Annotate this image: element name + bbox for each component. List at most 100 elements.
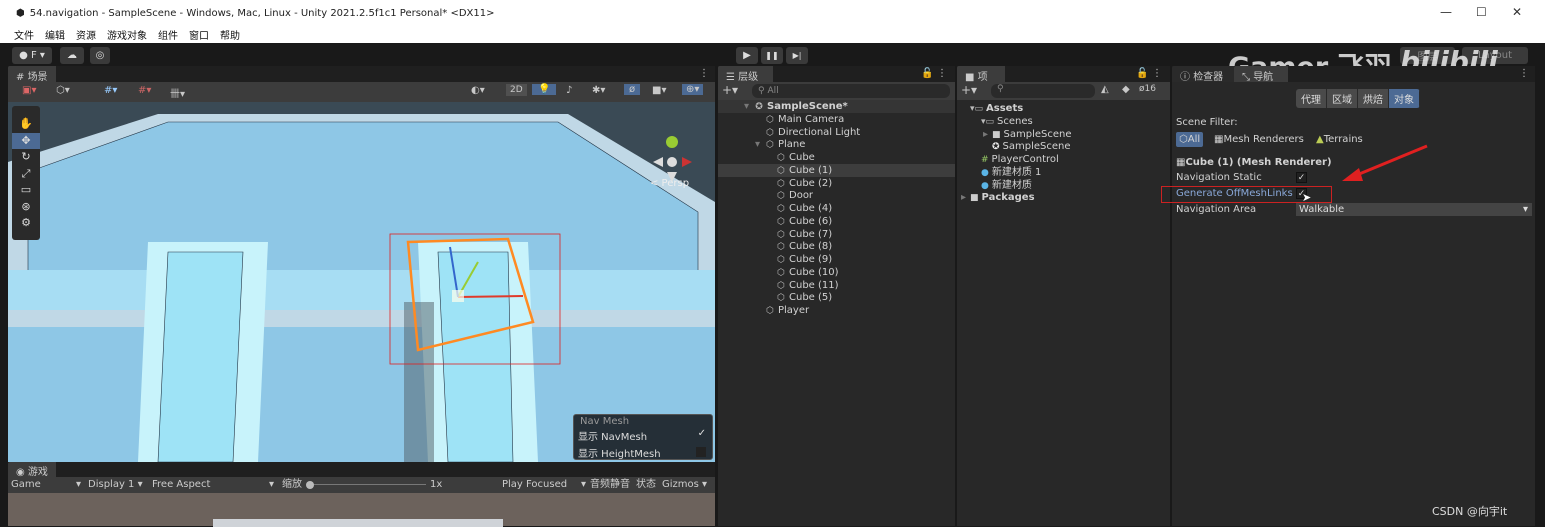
mute-audio-button[interactable]: 音频静音 [590, 477, 630, 493]
collab-button[interactable]: ◎ [90, 47, 110, 64]
account-dropdown[interactable]: ● F ▾ [12, 47, 52, 64]
scale-tool-icon[interactable]: ⤢ [12, 166, 40, 183]
hierarchy-item[interactable]: ▾ ⬡ Plane [718, 138, 955, 151]
menu-component[interactable]: 组件 [158, 27, 178, 42]
aspect-dropdown[interactable]: Free Aspect ▾ [152, 477, 276, 493]
lock-icon[interactable]: 🔓 ⋮ [921, 68, 947, 79]
draw-mode-icon[interactable]: ▣▾ [22, 85, 36, 96]
project-item[interactable]: ▾▭ Assets [957, 102, 1023, 115]
project-item[interactable]: ● 新建材质 [957, 179, 1032, 192]
filter-mesh-renderers[interactable]: ▦Mesh Renderers [1214, 133, 1304, 146]
tab-hierarchy[interactable]: ☰ 层级 [718, 66, 773, 83]
tab-project[interactable]: ■ 项目 [957, 66, 1005, 98]
hierarchy-item[interactable]: ⬡ Cube (5) [718, 291, 955, 304]
project-item[interactable]: ▾▭ Scenes [957, 115, 1033, 128]
play-button[interactable]: ▶ [736, 47, 758, 64]
hand-tool-icon[interactable]: ✋ [12, 116, 40, 133]
play-focused-dropdown[interactable]: Play Focused ▾ [502, 477, 588, 493]
2d-toggle[interactable]: 2D [506, 84, 527, 96]
grid-snap-icon[interactable]: #▾ [104, 85, 117, 96]
hierarchy-item[interactable]: ⬡ Cube (10) [718, 266, 955, 279]
expand-arrow-icon[interactable]: ▾ [744, 100, 749, 113]
expand-arrow-icon[interactable]: ▾ [755, 138, 760, 151]
effects-icon[interactable]: ✱▾ [592, 85, 605, 96]
navigation-area-dropdown[interactable]: Walkable ▾ [1296, 203, 1532, 216]
create-button[interactable]: +▾ [722, 83, 738, 97]
hierarchy-item[interactable]: ⬡ Directional Light [718, 126, 955, 139]
hierarchy-item[interactable]: ▾ ✪ SampleScene* [718, 100, 955, 113]
filter-all[interactable]: ⬡All [1176, 132, 1204, 147]
display-dropdown[interactable]: Display 1 ▾ [88, 477, 150, 493]
more-icon[interactable]: ⋮ [699, 68, 709, 79]
hierarchy-item[interactable]: ⬡ Cube (9) [718, 253, 955, 266]
scale-slider-handle[interactable] [306, 481, 314, 489]
game-view[interactable] [8, 493, 715, 527]
step-button[interactable]: ▶| [786, 47, 808, 64]
tab-navigation[interactable]: ⤡ 导航 [1234, 66, 1288, 83]
rect-tool-icon[interactable]: ▭ [12, 182, 40, 199]
hierarchy-item[interactable]: ⬡ Cube (6) [718, 215, 955, 228]
hierarchy-item[interactable]: ⬡ Player [718, 304, 955, 317]
camera-icon[interactable]: ■▾ [652, 85, 666, 96]
scene-viewport[interactable] [8, 102, 715, 462]
show-heightmesh-checkbox[interactable] [696, 447, 706, 457]
hierarchy-item[interactable]: ⬡ Cube [718, 151, 955, 164]
pause-button[interactable]: ❚❚ [761, 47, 783, 64]
segment-agents[interactable]: 代理 [1296, 89, 1327, 108]
persp-label[interactable]: < Persp [650, 178, 689, 189]
segment-areas[interactable]: 区域 [1327, 89, 1358, 108]
lock-icon[interactable]: 🔓 ⋮ [1136, 68, 1162, 79]
hierarchy-item[interactable]: ⬡ Cube (1) [718, 163, 955, 177]
stats-button[interactable]: 状态 [636, 477, 656, 493]
segment-bake[interactable]: 烘焙 [1358, 89, 1389, 108]
gizmos-icon[interactable]: ⊕▾ [682, 84, 704, 95]
hierarchy-item[interactable]: ⬡ Cube (4) [718, 202, 955, 215]
project-item[interactable]: ✪ SampleScene [957, 140, 1071, 153]
tab-game[interactable]: ◉ 游戏 [8, 462, 56, 478]
tab-inspector[interactable]: ⓘ 检查器 [1172, 66, 1234, 83]
align-icon[interactable]: 卌▾ [170, 85, 185, 100]
game-mode-dropdown[interactable]: Game ▾ [11, 477, 83, 493]
lighting-toggle-icon[interactable]: 💡 [532, 84, 557, 95]
hierarchy-item[interactable]: ⬡ Cube (2) [718, 177, 955, 190]
transform-tool-icon[interactable]: ⊛ [12, 199, 40, 216]
segment-object[interactable]: 对象 [1389, 89, 1420, 108]
tab-scene[interactable]: # 场景 [8, 66, 56, 83]
maximize-button[interactable]: ☐ [1476, 5, 1487, 19]
filter-type-icon[interactable]: ◭ [1101, 84, 1109, 95]
more-icon[interactable]: ⋮ [1519, 68, 1529, 79]
label-icon[interactable]: ◆ [1122, 84, 1130, 95]
rotate-tool-icon[interactable]: ↻ [12, 149, 40, 166]
hierarchy-item[interactable]: ⬡ Main Camera [718, 113, 955, 126]
menu-gameobject[interactable]: 游戏对象 [107, 27, 147, 42]
hierarchy-item[interactable]: ⬡ Cube (7) [718, 228, 955, 241]
hierarchy-item[interactable]: ⬡ Cube (11) [718, 279, 955, 292]
menu-file[interactable]: 文件 [14, 27, 34, 42]
hidden-objects-icon[interactable]: ø [624, 84, 641, 95]
gizmos-dropdown[interactable]: Gizmos ▾ [662, 477, 707, 493]
move-tool-icon[interactable]: ✥ [12, 132, 40, 149]
show-navmesh-checkbox[interactable]: ✓ [698, 428, 706, 439]
project-item[interactable]: ● 新建材质 1 [957, 166, 1041, 179]
menu-assets[interactable]: 资源 [76, 27, 96, 42]
audio-toggle-icon[interactable]: ♪ [566, 85, 572, 96]
create-asset-button[interactable]: +▾ [961, 83, 977, 97]
hidden-packages-button[interactable]: ø16 [1139, 84, 1156, 94]
menu-window[interactable]: 窗口 [189, 27, 209, 42]
project-item[interactable]: # PlayerControl [957, 153, 1059, 166]
menu-help[interactable]: 帮助 [220, 27, 240, 42]
hierarchy-item[interactable]: ⬡ Door [718, 189, 955, 202]
cloud-button[interactable]: ☁ [60, 47, 84, 64]
project-item[interactable]: ▸ ■ SampleScene [957, 128, 1072, 141]
snap-increment-icon[interactable]: #▾ [138, 85, 151, 96]
hierarchy-item[interactable]: ⬡ Cube (8) [718, 240, 955, 253]
minimize-button[interactable]: — [1440, 5, 1452, 19]
shading-icon[interactable]: ◐▾ [471, 85, 485, 96]
expand-arrow-icon[interactable]: ▸ [961, 191, 970, 204]
expand-arrow-icon[interactable]: ▸ [983, 128, 992, 141]
hierarchy-search-input[interactable]: ⚲ All [752, 84, 950, 98]
menu-edit[interactable]: 编辑 [45, 27, 65, 42]
project-search-input[interactable]: ⚲ [991, 84, 1095, 98]
project-item[interactable]: ▸ ■ Packages [957, 191, 1035, 204]
close-button[interactable]: ✕ [1512, 5, 1522, 19]
